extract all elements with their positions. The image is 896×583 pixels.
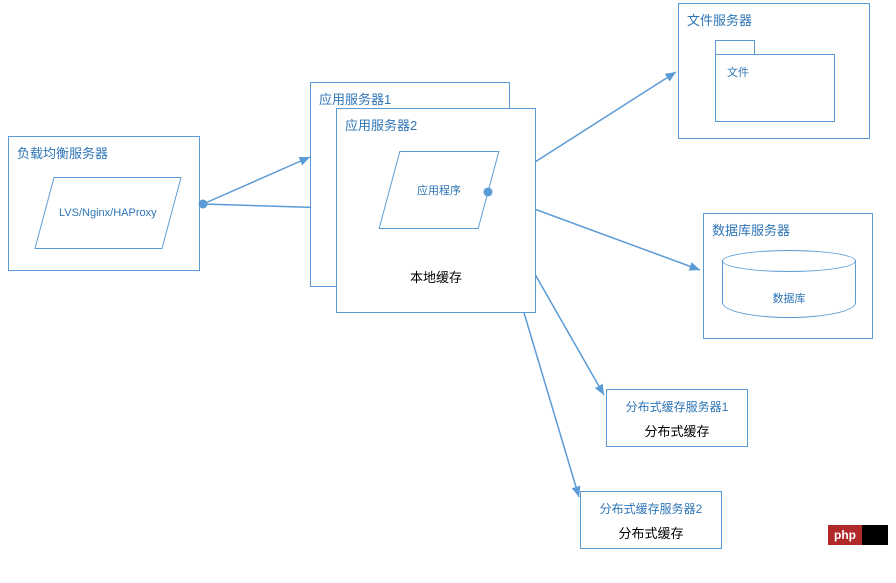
db-server-box: 数据库服务器 数据库 xyxy=(703,213,873,339)
db-cylinder-icon: 数据库 xyxy=(722,250,856,324)
lb-connector-dot xyxy=(199,200,208,209)
dist-cache-1-label: 分布式缓存 xyxy=(607,415,747,440)
app-server-2-box: 应用服务器2 应用程序 本地缓存 xyxy=(336,108,536,313)
db-label: 数据库 xyxy=(722,290,856,306)
file-server-title: 文件服务器 xyxy=(679,4,869,35)
php-badge: php xyxy=(828,525,888,545)
load-balancer-title: 负载均衡服务器 xyxy=(9,137,199,168)
diagram-stage: 负载均衡服务器 LVS/Nginx/HAProxy 应用服务器1 应用服务器2 … xyxy=(0,0,896,583)
app-connector-dot xyxy=(484,188,493,197)
local-cache-label: 本地缓存 xyxy=(337,267,535,286)
dist-cache-2-box: 分布式缓存服务器2 分布式缓存 xyxy=(580,491,722,549)
badge-left: php xyxy=(828,525,862,545)
folder-label: 文件 xyxy=(727,64,749,80)
dist-cache-2-title: 分布式缓存服务器2 xyxy=(581,492,721,517)
folder-icon: 文件 xyxy=(715,40,835,122)
file-server-box: 文件服务器 文件 xyxy=(678,3,870,139)
load-balancer-box: 负载均衡服务器 LVS/Nginx/HAProxy xyxy=(8,136,200,271)
dist-cache-2-label: 分布式缓存 xyxy=(581,517,721,542)
dist-cache-1-box: 分布式缓存服务器1 分布式缓存 xyxy=(606,389,748,447)
badge-right xyxy=(862,525,888,545)
app-server-2-title: 应用服务器2 xyxy=(337,109,535,140)
load-balancer-shape: LVS/Nginx/HAProxy xyxy=(34,177,181,249)
app-program-shape: 应用程序 xyxy=(379,151,500,229)
app-program-label: 应用程序 xyxy=(417,182,461,198)
db-server-title: 数据库服务器 xyxy=(704,214,872,245)
load-balancer-tech: LVS/Nginx/HAProxy xyxy=(59,207,157,219)
dist-cache-1-title: 分布式缓存服务器1 xyxy=(607,390,747,415)
